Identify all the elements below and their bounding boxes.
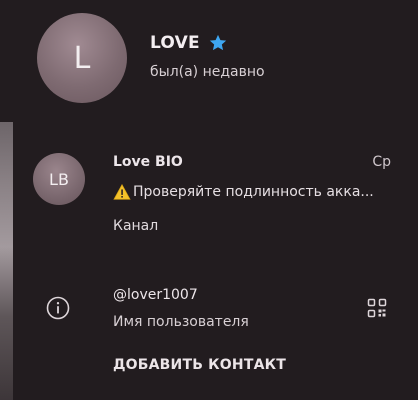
profile-avatar[interactable]: L: [37, 13, 127, 103]
channel-last-message: Проверяйте подлинность акка...: [113, 184, 403, 200]
add-contact-button[interactable]: ДОБАВИТЬ КОНТАКТ: [113, 357, 286, 373]
info-icon: [46, 296, 70, 320]
channel-title: Love BIO: [113, 154, 183, 170]
qr-code-icon[interactable]: [367, 298, 387, 318]
profile-panel: L LOVE был(а) недавно LB Love BIO Ср Про…: [0, 0, 418, 400]
channel-type-label: Канал: [113, 218, 159, 234]
channel-avatar-initials: LB: [49, 169, 69, 189]
profile-name: LOVE: [150, 33, 200, 53]
profile-status: был(а) недавно: [150, 64, 265, 80]
username[interactable]: @lover1007: [113, 287, 198, 303]
warning-icon: [113, 184, 131, 200]
star-icon[interactable]: [208, 33, 228, 53]
channel-avatar[interactable]: LB: [33, 153, 85, 205]
channel-time: Ср: [372, 154, 391, 170]
background-photo-edge: [0, 122, 13, 400]
profile-avatar-letter: L: [73, 40, 91, 76]
channel-message-text: Проверяйте подлинность акка...: [133, 184, 374, 200]
username-caption: Имя пользователя: [113, 314, 249, 330]
channel-row[interactable]: LB Love BIO Ср Проверяйте подлинность ак…: [13, 140, 418, 250]
profile-name-row: LOVE: [150, 33, 228, 53]
